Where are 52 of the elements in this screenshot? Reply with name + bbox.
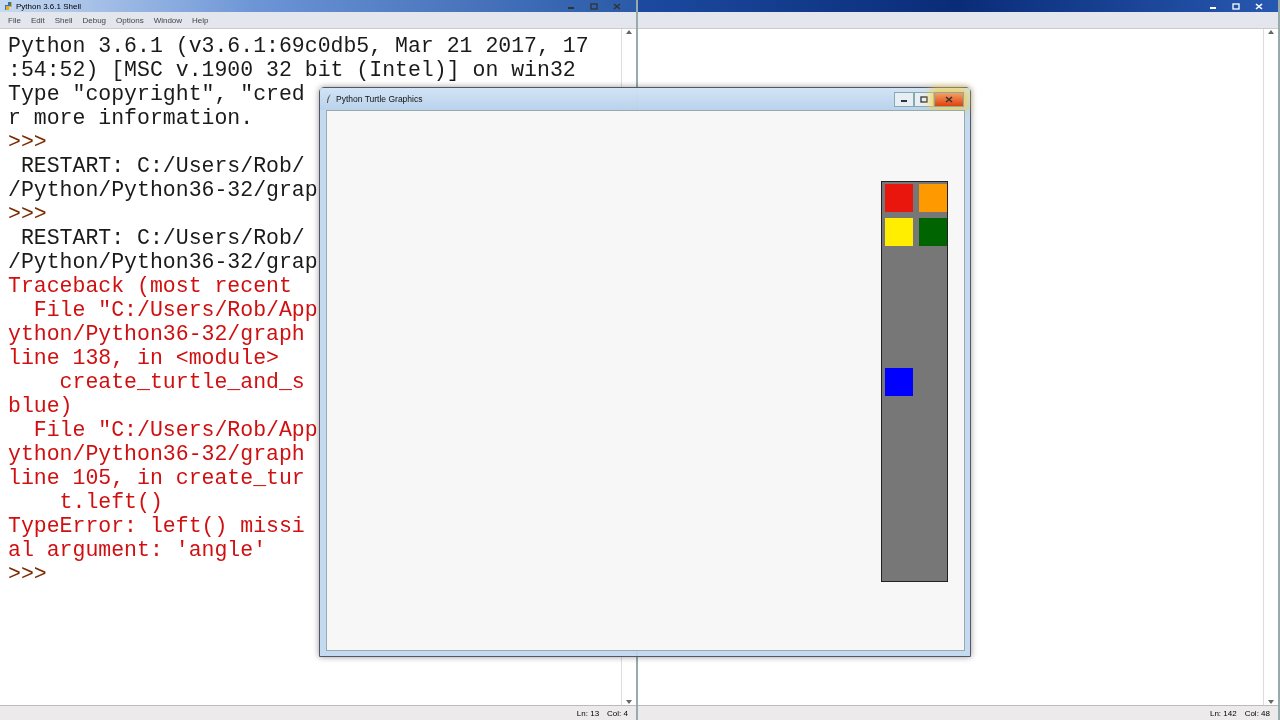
console-line: Type "copyright", "cred [8, 82, 305, 106]
console-line: ython/Python36-32/graph [8, 322, 305, 346]
console-line: /Python/Python36-32/grap [8, 178, 318, 202]
column-number: Col: 48 [1244, 708, 1270, 718]
maximize-icon [1232, 2, 1240, 10]
console-line: File "C:/Users/Rob/App [32, 298, 318, 322]
console-line: create_turtle_and_s [58, 370, 305, 394]
menu-item[interactable]: Window [153, 15, 183, 25]
console-line: >>> [8, 130, 47, 154]
drawing-canvas[interactable] [326, 110, 965, 651]
menu-item[interactable]: Edit [30, 15, 45, 25]
window-title: Python Turtle Graphics [336, 94, 423, 104]
menu-item[interactable]: Debug [82, 15, 107, 25]
feather-icon [326, 94, 332, 104]
line-number: Ln: 142 [1209, 708, 1237, 718]
color-swatch[interactable] [919, 184, 947, 212]
console-line: >>> [8, 202, 47, 226]
maximize-icon [920, 95, 928, 103]
python-icon [4, 1, 13, 11]
color-swatch[interactable] [919, 218, 947, 246]
menu-item[interactable]: Help [192, 15, 209, 25]
console-line: RESTART: C:/Users/Rob/ [19, 226, 305, 250]
close-icon [613, 2, 621, 10]
window-title: Python 3.6.1 Shell [16, 1, 81, 11]
console-line: RESTART: C:/Users/Rob/ [19, 154, 305, 178]
color-swatch[interactable] [885, 218, 913, 246]
console-line: File "C:/Users/Rob/App [32, 418, 318, 442]
console-line: ython/Python36-32/graph [8, 442, 305, 466]
close-button[interactable] [934, 91, 964, 107]
column-number: Col: 4 [607, 708, 628, 718]
console-line: Traceback (most recent [8, 274, 292, 298]
line-number: Ln: 13 [576, 708, 600, 718]
console-line: :54:52) [MSC v.1900 32 bit (Intel)] on win32 [8, 58, 576, 82]
console-line: Python 3.6.1 (v3.6.1:69c0db5, Mar 21 2017, 17 [8, 34, 589, 58]
maximize-icon [590, 2, 598, 10]
console-line: t.left() [58, 490, 163, 514]
menu-item[interactable]: Options [116, 15, 144, 25]
maximize-button[interactable] [914, 91, 934, 107]
console-line: TypeError: left() missi [8, 514, 305, 538]
console-line: blue) [8, 394, 73, 418]
console-line: r more information. [8, 106, 254, 130]
close-icon [1255, 2, 1263, 10]
color-swatch[interactable] [885, 184, 913, 212]
menu-item[interactable]: File [8, 15, 21, 25]
console-line: /Python/Python36-32/grap [8, 250, 318, 274]
console-line: al argument: 'angle' [8, 538, 267, 562]
close-icon [945, 95, 953, 103]
minimize-button[interactable] [894, 91, 914, 107]
menu-item[interactable]: Shell [54, 15, 73, 25]
console-line: >>> [8, 562, 47, 586]
console-line: line 105, in create_tur [8, 466, 305, 490]
console-line: line 138, in <module> [8, 346, 279, 370]
